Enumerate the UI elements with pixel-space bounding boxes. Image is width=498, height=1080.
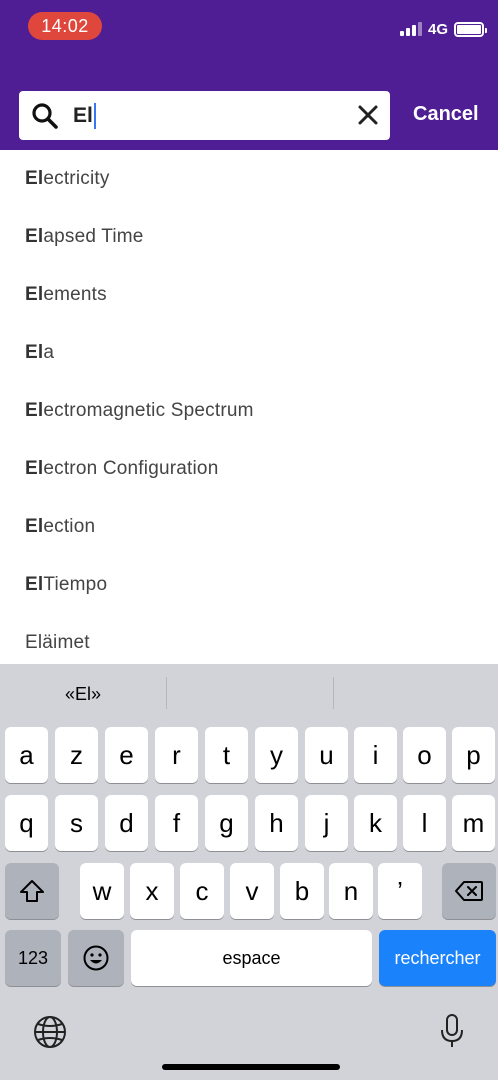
status-time: 14:02 <box>28 12 102 40</box>
key-n[interactable]: n <box>329 863 373 919</box>
result-item[interactable]: El ectron Configuration <box>0 440 498 498</box>
result-rest: ements <box>43 284 107 305</box>
search-icon <box>31 102 59 130</box>
key-q[interactable]: q <box>5 795 48 851</box>
numbers-key[interactable]: 123 <box>5 930 61 986</box>
key-t[interactable]: t <box>205 727 248 783</box>
key-o[interactable]: o <box>403 727 446 783</box>
shift-icon <box>20 880 44 902</box>
text-caret <box>93 102 96 129</box>
search-field[interactable]: El <box>19 91 390 140</box>
microphone-icon[interactable] <box>440 1013 464 1054</box>
result-match: El <box>25 400 44 421</box>
home-indicator[interactable] <box>162 1064 340 1070</box>
key-w[interactable]: w <box>80 863 124 919</box>
result-rest: ection <box>43 516 96 537</box>
globe-icon[interactable] <box>33 1015 67 1054</box>
result-item[interactable]: El Tiempo <box>0 556 498 614</box>
shift-key[interactable] <box>5 863 59 919</box>
key-f[interactable]: f <box>155 795 198 851</box>
keyboard: «El» a z e r t y u i o p q s d f g h j k… <box>0 664 498 1080</box>
result-rest: ectricity <box>43 168 110 189</box>
backspace-key[interactable] <box>442 863 496 919</box>
backspace-icon <box>455 881 483 901</box>
key-g[interactable]: g <box>205 795 248 851</box>
emoji-icon <box>83 945 109 971</box>
key-p[interactable]: p <box>452 727 495 783</box>
result-item[interactable]: El ements <box>0 266 498 324</box>
key-m[interactable]: m <box>452 795 495 851</box>
key-y[interactable]: y <box>255 727 298 783</box>
key-x[interactable]: x <box>130 863 174 919</box>
result-rest: ectron Configuration <box>43 458 219 479</box>
emoji-key[interactable] <box>68 930 124 986</box>
key-b[interactable]: b <box>280 863 324 919</box>
key-h[interactable]: h <box>255 795 298 851</box>
result-match: El <box>25 226 44 247</box>
key-v[interactable]: v <box>230 863 274 919</box>
key-r[interactable]: r <box>155 727 198 783</box>
result-rest: Tiempo <box>43 574 108 595</box>
result-match: El <box>25 342 44 363</box>
result-item[interactable]: El a <box>0 324 498 382</box>
result-rest: a <box>43 342 55 363</box>
key-l[interactable]: l <box>403 795 446 851</box>
cancel-button[interactable]: Cancel <box>413 103 479 126</box>
result-item[interactable]: El apsed Time <box>0 208 498 266</box>
key-z[interactable]: z <box>55 727 98 783</box>
key-i[interactable]: i <box>354 727 397 783</box>
result-item[interactable]: Eläimet <box>0 614 498 664</box>
suggestion-bar: «El» <box>0 664 498 724</box>
battery-icon <box>454 21 487 37</box>
result-match: El <box>25 284 44 305</box>
key-s[interactable]: s <box>55 795 98 851</box>
result-item[interactable]: El ectromagnetic Spectrum <box>0 382 498 440</box>
result-rest: ectromagnetic Spectrum <box>43 400 254 421</box>
search-results-list: El ectricity El apsed Time El ements El a El… <box>0 150 498 664</box>
result-match: El <box>25 574 44 595</box>
search-input[interactable]: El <box>73 102 96 129</box>
network-type: 4G <box>427 20 448 38</box>
result-rest: apsed Time <box>43 226 144 247</box>
suggestion-2[interactable] <box>167 664 333 724</box>
key-e[interactable]: e <box>105 727 148 783</box>
key-c[interactable]: c <box>180 863 224 919</box>
suggestion-3[interactable] <box>334 664 498 724</box>
result-item[interactable]: El ectricity <box>0 150 498 208</box>
result-rest: Eläimet <box>25 632 90 653</box>
search-input-text: El <box>73 103 93 127</box>
result-match: El <box>25 168 44 189</box>
key-k[interactable]: k <box>354 795 397 851</box>
status-indicators: 4G <box>399 18 487 40</box>
app-header: 14:02 4G El Cancel <box>0 0 498 150</box>
suggestion-1[interactable]: «El» <box>0 664 166 724</box>
key-apostrophe[interactable]: ’ <box>378 863 422 919</box>
search-key[interactable]: rechercher <box>379 930 496 986</box>
result-item[interactable]: El ection <box>0 498 498 556</box>
key-j[interactable]: j <box>305 795 348 851</box>
result-match: El <box>25 458 44 479</box>
key-d[interactable]: d <box>105 795 148 851</box>
space-key[interactable]: espace <box>131 930 372 986</box>
key-u[interactable]: u <box>305 727 348 783</box>
signal-icon <box>399 22 422 36</box>
result-match: El <box>25 516 44 537</box>
key-a[interactable]: a <box>5 727 48 783</box>
clear-icon[interactable] <box>356 103 380 127</box>
